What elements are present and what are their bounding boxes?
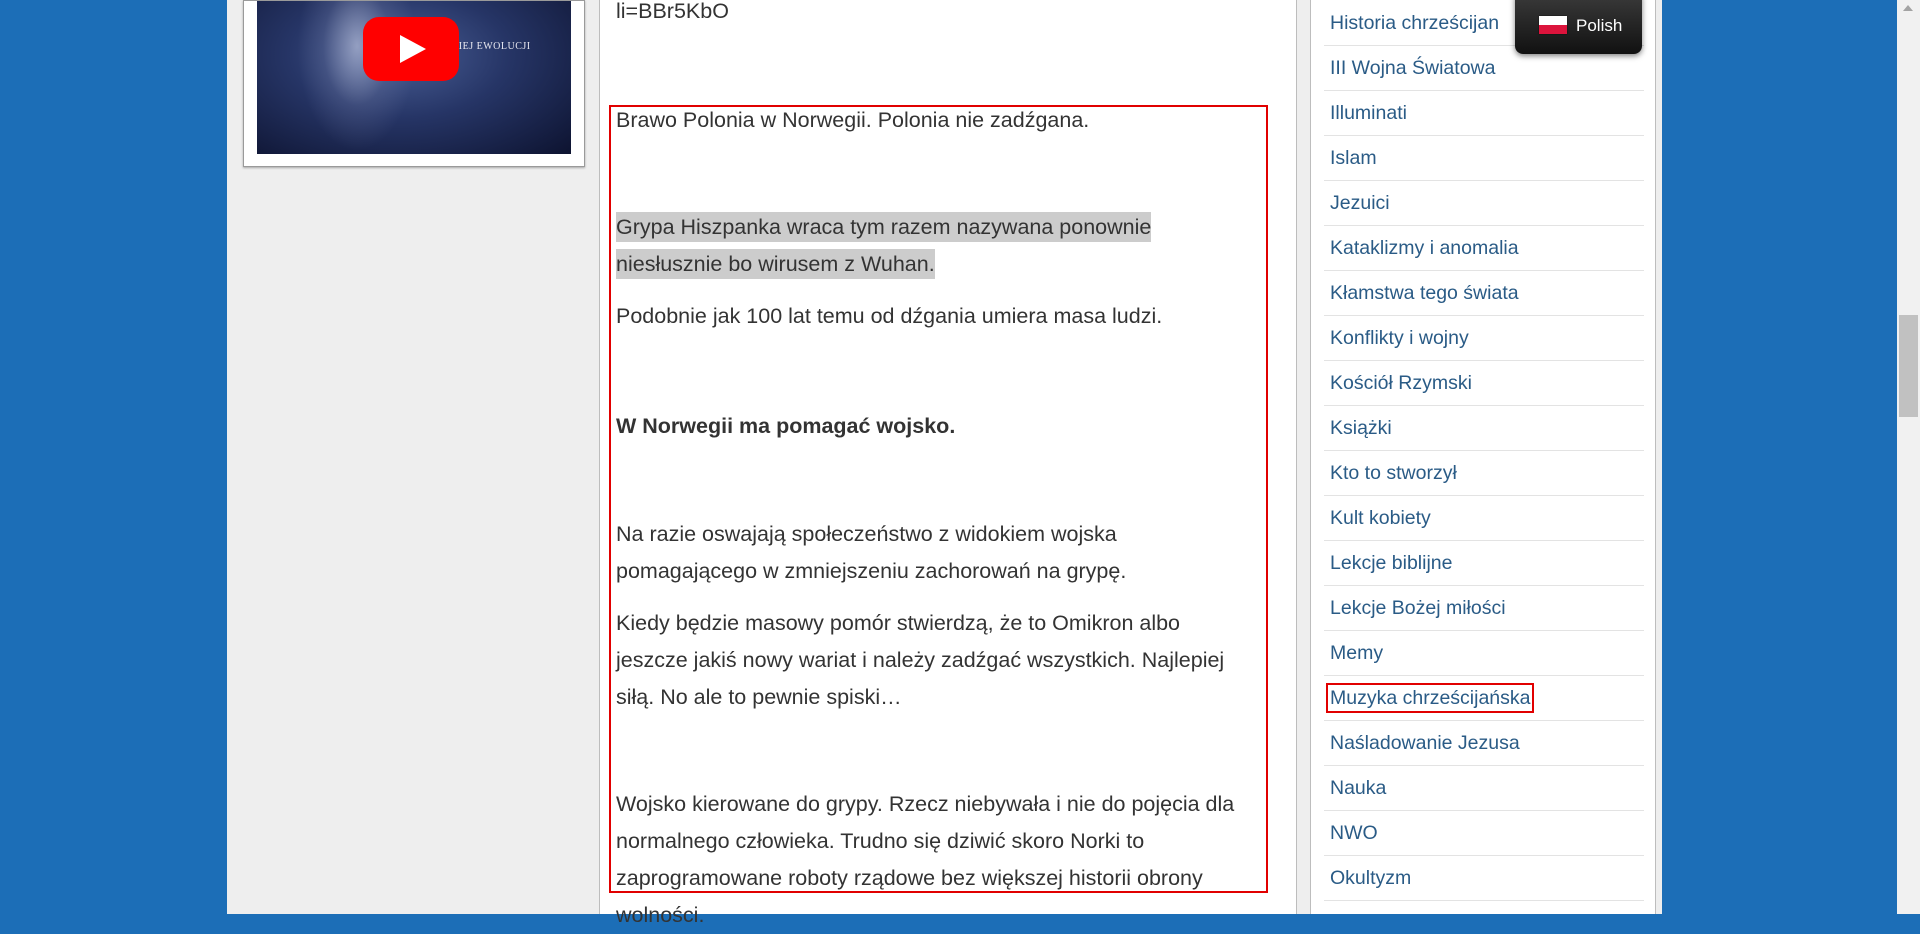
page-container: UDZKIEJ EWOLUCJI li=BBr5KbO Brawo Poloni… (227, 0, 1662, 927)
category-item[interactable]: Kataklizmy i anomalia (1324, 226, 1644, 271)
category-item[interactable]: Islam (1324, 136, 1644, 181)
category-item[interactable]: Kłamstwa tego świata (1324, 271, 1644, 316)
video-thumbnail[interactable]: UDZKIEJ EWOLUCJI (257, 1, 571, 154)
category-item[interactable]: Kto to stworzył (1324, 451, 1644, 496)
category-item[interactable]: Okultyzm (1324, 856, 1644, 901)
video-widget: UDZKIEJ EWOLUCJI (243, 0, 585, 167)
youtube-play-icon[interactable] (363, 17, 459, 81)
category-list: Historia chrześcijan III Wojna Światowa … (1324, 0, 1644, 901)
page-scrollbar[interactable] (1897, 0, 1920, 914)
highlighted-text: Grypa Hiszpanka wraca tym razem nazywana… (616, 212, 1152, 279)
article-subheading: W Norwegii ma pomagać wojsko. (616, 414, 956, 438)
category-item-highlighted[interactable]: Muzyka chrześcijańska (1324, 676, 1644, 721)
article-content: li=BBr5KbO Brawo Polonia w Norwegii. Pol… (599, 0, 1297, 927)
category-item[interactable]: Książki (1324, 406, 1644, 451)
category-item[interactable]: Konflikty i wojny (1324, 316, 1644, 361)
category-item[interactable]: Kościół Rzymski (1324, 361, 1644, 406)
article-paragraph: Na razie oswajają społeczeństwo z widoki… (616, 522, 1127, 583)
category-item[interactable]: Kult kobiety (1324, 496, 1644, 541)
category-item[interactable]: NWO (1324, 811, 1644, 856)
category-item[interactable]: Jezuici (1324, 181, 1644, 226)
article-paragraph: Podobnie jak 100 lat temu od dźgania umi… (616, 304, 1163, 328)
category-item[interactable]: Lekcje biblijne (1324, 541, 1644, 586)
category-item[interactable]: Lekcje Bożej miłości (1324, 586, 1644, 631)
poland-flag-icon (1539, 16, 1567, 34)
scrollbar-thumb[interactable] (1899, 315, 1918, 417)
category-item[interactable]: Nauka (1324, 766, 1644, 811)
categories-sidebar: Historia chrześcijan III Wojna Światowa … (1310, 0, 1656, 914)
language-switcher-button[interactable]: Polish (1515, 0, 1642, 54)
article-link-tail[interactable]: li=BBr5KbO (616, 0, 729, 30)
scroll-up-arrow-icon[interactable] (1903, 5, 1913, 11)
article-paragraph: Kiedy będzie masowy pomór stwierdzą, że … (616, 611, 1225, 709)
article-highlighted-paragraph: Grypa Hiszpanka wraca tym razem nazywana… (616, 209, 1176, 283)
category-item[interactable]: Illuminati (1324, 91, 1644, 136)
article-paragraph: Brawo Polonia w Norwegii. Polonia nie za… (616, 108, 1090, 132)
category-item[interactable]: Naśladowanie Jezusa (1324, 721, 1644, 766)
article-paragraph: Wojsko kierowane do grypy. Rzecz niebywa… (616, 792, 1235, 927)
category-item[interactable]: Memy (1324, 631, 1644, 676)
language-label: Polish (1576, 16, 1623, 35)
